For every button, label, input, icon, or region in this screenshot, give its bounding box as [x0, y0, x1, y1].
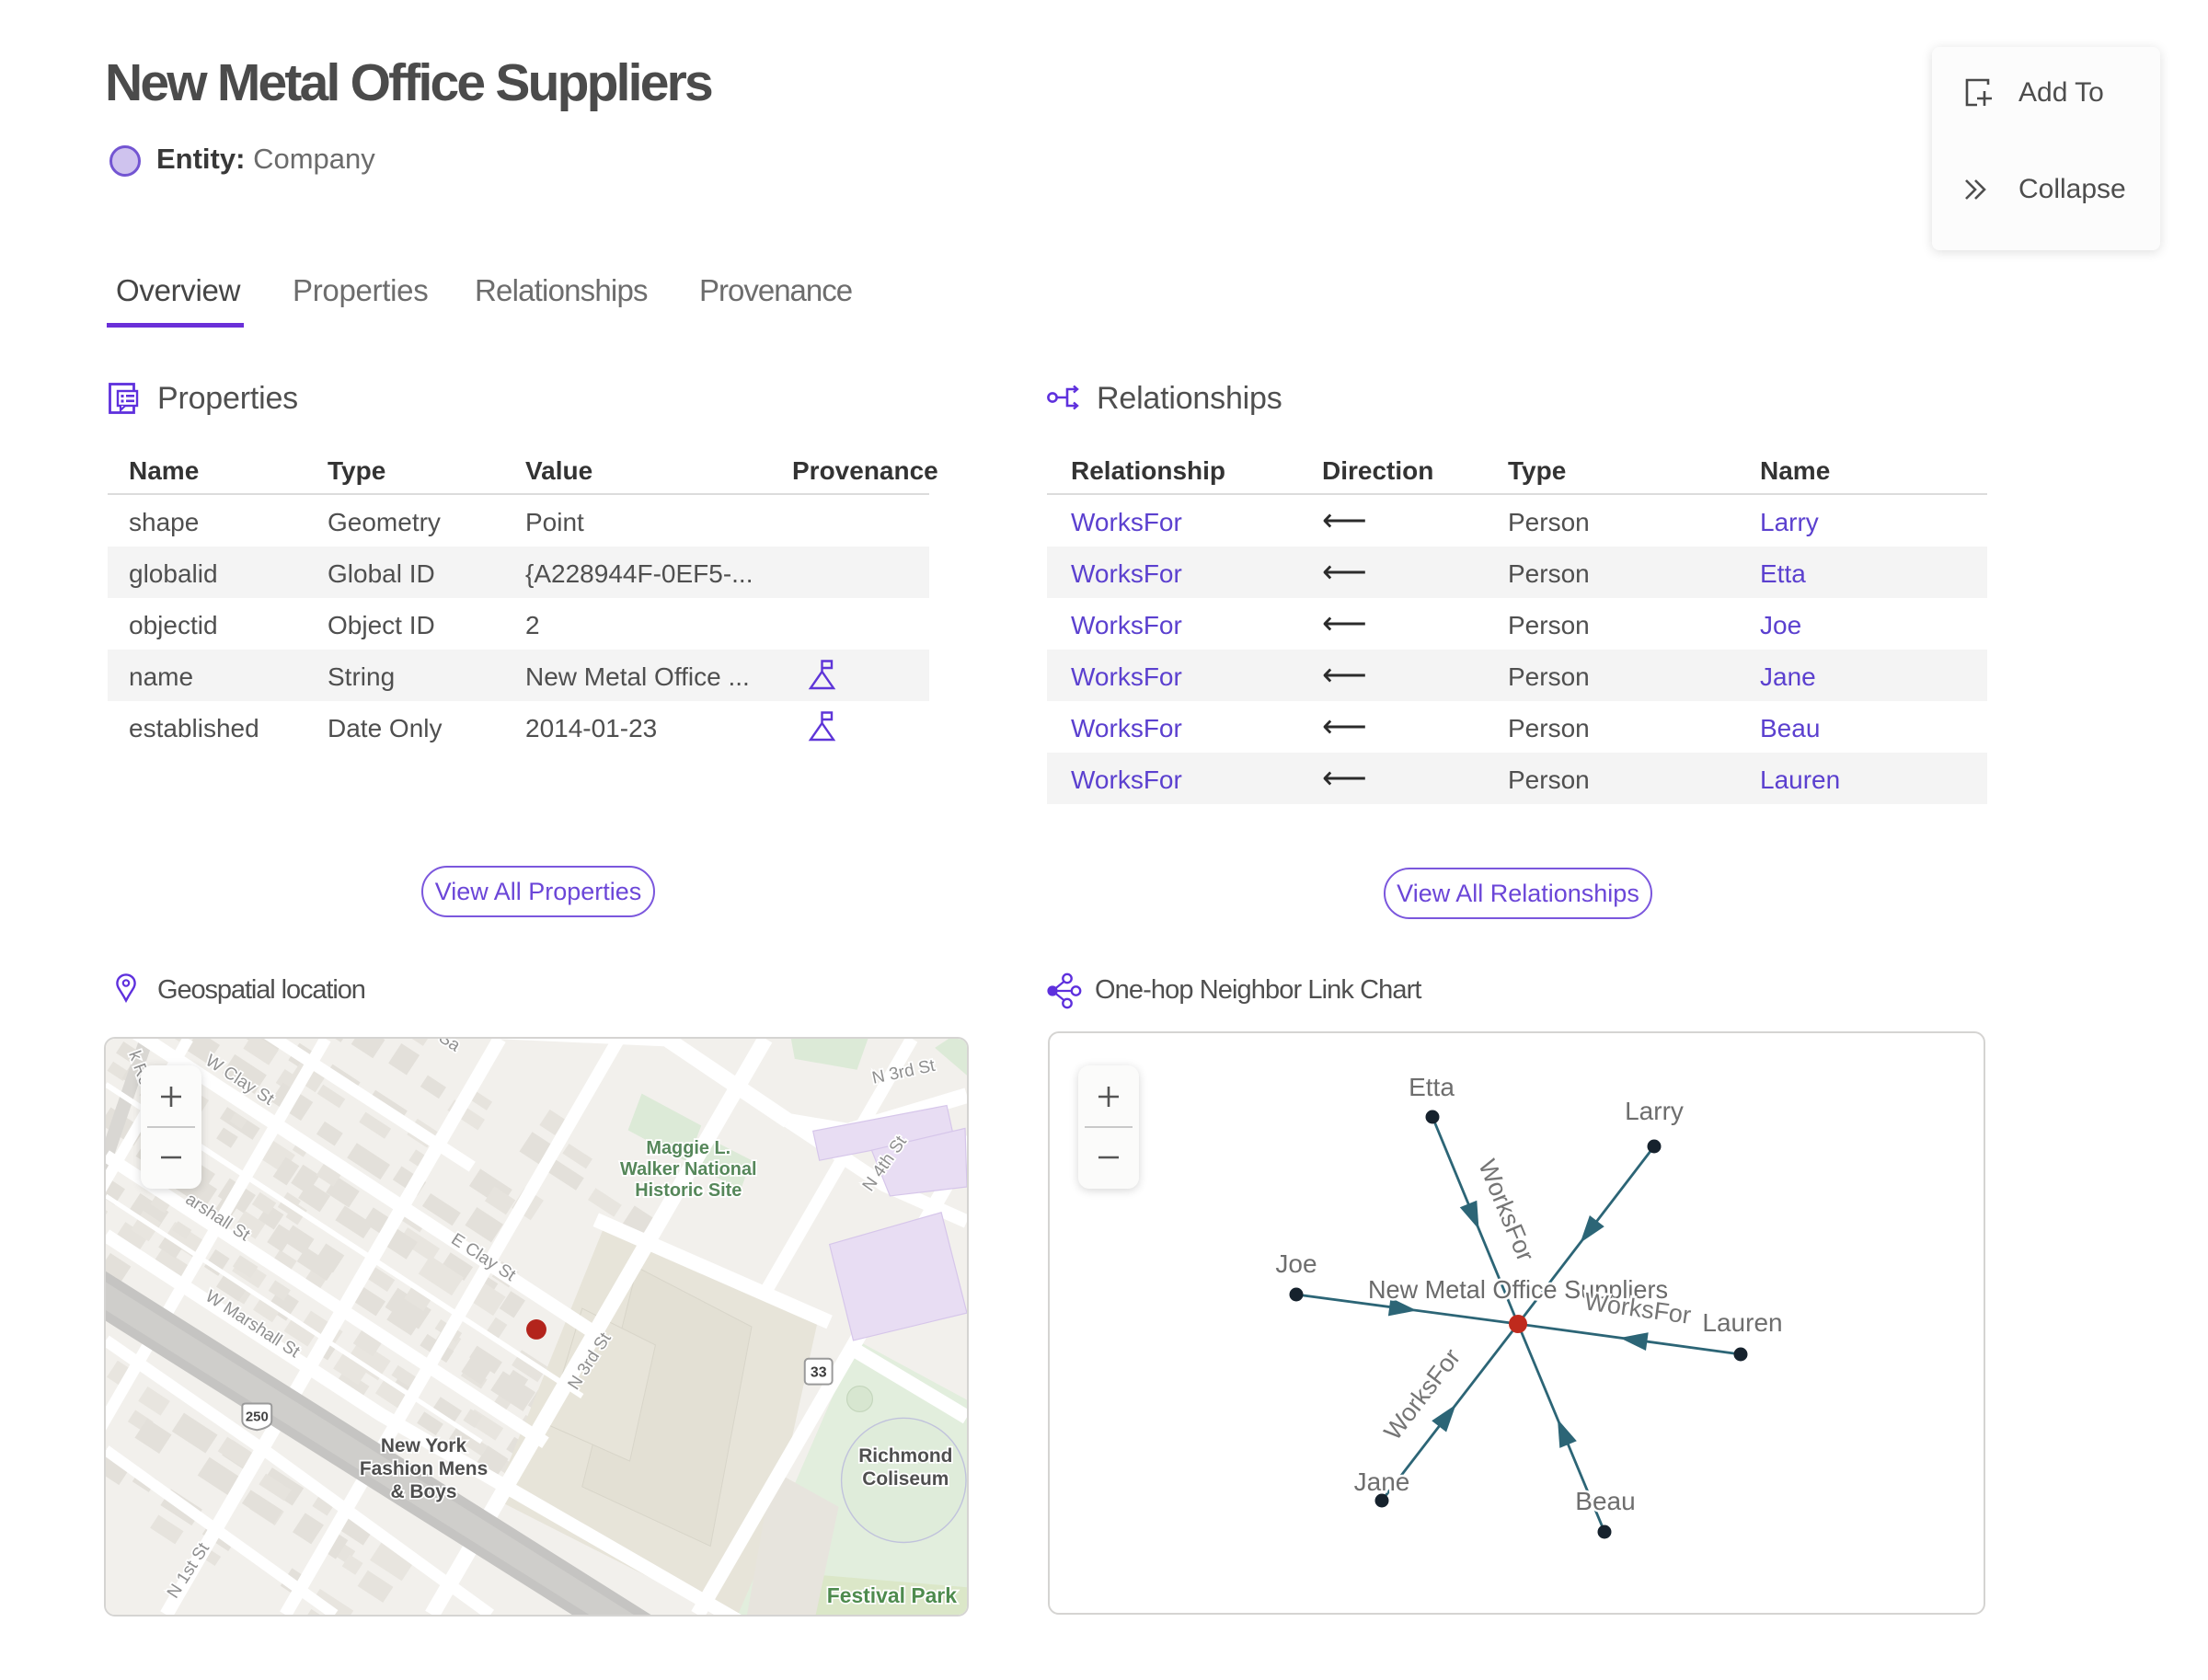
svg-text:Etta: Etta	[1409, 1073, 1455, 1101]
svg-text:& Boys: & Boys	[391, 1481, 457, 1502]
svg-text:Fashion Mens: Fashion Mens	[360, 1458, 488, 1479]
svg-text:250: 250	[246, 1409, 269, 1424]
svg-text:WorksFor: WorksFor	[1378, 1343, 1466, 1445]
svg-text:33: 33	[811, 1365, 827, 1381]
svg-text:Festival Park: Festival Park	[827, 1583, 957, 1607]
svg-text:Coliseum: Coliseum	[862, 1468, 949, 1490]
svg-text:Beau: Beau	[1575, 1487, 1635, 1515]
svg-text:Lauren: Lauren	[1702, 1308, 1782, 1337]
svg-text:Larry: Larry	[1625, 1097, 1684, 1125]
svg-text:Jane: Jane	[1354, 1467, 1410, 1496]
svg-text:WorksFor: WorksFor	[1582, 1287, 1693, 1329]
svg-text:Walker National: Walker National	[620, 1159, 757, 1179]
svg-text:New York: New York	[381, 1435, 467, 1456]
svg-text:Maggie L.: Maggie L.	[646, 1138, 730, 1158]
svg-text:Joe: Joe	[1275, 1249, 1317, 1278]
svg-text:WorksFor: WorksFor	[1473, 1156, 1539, 1265]
svg-text:Historic Site: Historic Site	[635, 1180, 742, 1201]
svg-text:Richmond: Richmond	[858, 1445, 952, 1467]
